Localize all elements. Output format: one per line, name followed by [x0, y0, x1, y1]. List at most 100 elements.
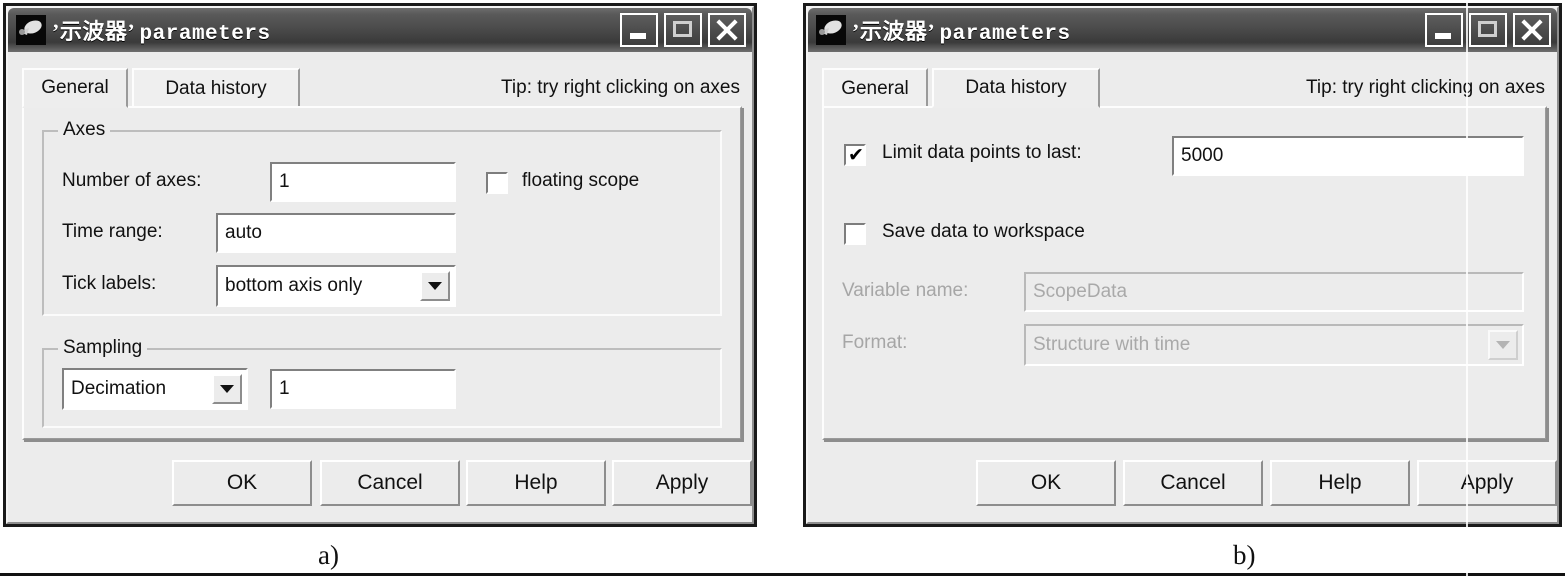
- sampling-mode-dropdown[interactable]: Decimation: [62, 368, 248, 410]
- tab-general-label: General: [841, 78, 909, 99]
- window-a-titlebar-buttons: [620, 13, 746, 47]
- variable-name-value: ScopeData: [1033, 281, 1128, 302]
- tip-text: Tip: try right clicking on axes: [1306, 77, 1545, 98]
- apply-button[interactable]: Apply: [612, 460, 752, 506]
- maximize-button[interactable]: [664, 13, 702, 47]
- check-icon: ✔: [848, 144, 864, 166]
- tab-general[interactable]: General: [822, 68, 928, 108]
- ok-button[interactable]: OK: [976, 460, 1116, 506]
- sampling-mode-dropdown-button[interactable]: [212, 374, 242, 404]
- window-b-title: ’示波器’ parameters: [852, 14, 1425, 46]
- maximize-icon: [1478, 21, 1497, 37]
- chevron-down-icon: [428, 282, 442, 290]
- time-range-value: auto: [225, 222, 262, 243]
- time-range-label: Time range:: [62, 221, 163, 242]
- floating-scope-checkbox[interactable]: [486, 172, 508, 194]
- window-a-client: General Data history Tip: try right clic…: [8, 52, 752, 522]
- window-b-title-quoted: ’示波器’: [852, 19, 935, 44]
- window-b-titlebar-buttons: [1425, 13, 1551, 47]
- window-a-button-row: OK Cancel Help Apply: [8, 460, 752, 508]
- chevron-down-icon: [1496, 341, 1510, 349]
- format-dropdown-button[interactable]: [1488, 330, 1518, 360]
- close-button[interactable]: [708, 13, 746, 47]
- cancel-button-label: Cancel: [1160, 471, 1226, 494]
- save-data-to-workspace-label: Save data to workspace: [882, 221, 1085, 242]
- apply-button-label: Apply: [1460, 471, 1514, 494]
- save-data-to-workspace-checkbox[interactable]: [844, 223, 866, 245]
- limit-data-points-input[interactable]: 5000: [1172, 136, 1524, 176]
- window-a-title-quoted: ’示波器’: [52, 19, 135, 44]
- number-of-axes-input[interactable]: 1: [270, 162, 456, 202]
- scope-parameters-window-b: ’示波器’ parameters General Data history Ti…: [803, 3, 1562, 527]
- apply-button-label: Apply: [655, 471, 709, 494]
- axes-group: Axes Number of axes: 1 floating scope Ti…: [42, 119, 722, 316]
- tick-labels-dropdown[interactable]: bottom axis only: [216, 265, 456, 307]
- tab-general-label: General: [41, 77, 109, 98]
- window-b-tab-panel: ✔ Limit data points to last: 5000 Save d…: [822, 106, 1549, 442]
- caption-b: b): [1233, 540, 1256, 570]
- panel-shadow-right: [741, 108, 744, 442]
- tip-text: Tip: try right clicking on axes: [501, 77, 740, 98]
- format-value: Structure with time: [1033, 334, 1191, 355]
- limit-data-points-checkbox[interactable]: ✔: [844, 144, 866, 166]
- help-button-label: Help: [1318, 471, 1362, 494]
- tab-data-history-label: Data history: [165, 78, 267, 99]
- window-b-button-row: OK Cancel Help Apply: [808, 460, 1557, 508]
- limit-data-points-label: Limit data points to last:: [882, 142, 1082, 163]
- ok-button-label: OK: [1030, 471, 1062, 494]
- cancel-button[interactable]: Cancel: [1123, 460, 1263, 506]
- tick-labels-value: bottom axis only: [225, 275, 363, 296]
- format-dropdown[interactable]: Structure with time: [1024, 324, 1524, 366]
- variable-name-label: Variable name:: [842, 280, 969, 301]
- maximize-button[interactable]: [1469, 13, 1507, 47]
- time-range-input[interactable]: auto: [216, 213, 456, 253]
- number-of-axes-value: 1: [279, 171, 290, 192]
- minimize-button[interactable]: [620, 13, 658, 47]
- tab-data-history[interactable]: Data history: [932, 68, 1100, 108]
- number-of-axes-label: Number of axes:: [62, 170, 202, 191]
- ok-button[interactable]: OK: [172, 460, 312, 506]
- variable-name-input[interactable]: ScopeData: [1024, 272, 1524, 312]
- minimize-button[interactable]: [1425, 13, 1463, 47]
- format-label: Format:: [842, 332, 908, 353]
- window-a-title: ’示波器’ parameters: [52, 14, 620, 46]
- help-button-label: Help: [514, 471, 558, 494]
- help-button[interactable]: Help: [1270, 460, 1410, 506]
- tab-data-history-label: Data history: [965, 77, 1067, 98]
- axes-group-title: Axes: [58, 119, 111, 141]
- window-b-titlebar[interactable]: ’示波器’ parameters: [808, 8, 1557, 52]
- sampling-value: 1: [279, 378, 290, 399]
- window-a-titlebar[interactable]: ’示波器’ parameters: [8, 8, 752, 52]
- sampling-group: Sampling Decimation 1: [42, 337, 722, 428]
- scope-icon: [16, 15, 46, 45]
- cancel-button-label: Cancel: [357, 471, 423, 494]
- scope-icon: [816, 15, 846, 45]
- panel-shadow-right: [1546, 108, 1549, 442]
- sampling-mode-value: Decimation: [71, 378, 167, 399]
- minimize-icon: [630, 33, 646, 39]
- help-button[interactable]: Help: [466, 460, 606, 506]
- window-b-title-suffix: parameters: [939, 23, 1071, 46]
- panel-shadow-bottom: [24, 439, 742, 442]
- chevron-down-icon: [220, 385, 234, 393]
- tick-labels-dropdown-button[interactable]: [420, 271, 450, 301]
- sampling-group-title: Sampling: [58, 337, 148, 359]
- apply-button[interactable]: Apply: [1417, 460, 1557, 506]
- minimize-icon: [1435, 33, 1451, 39]
- ok-button-label: OK: [226, 471, 258, 494]
- window-a-tab-panel: Axes Number of axes: 1 floating scope Ti…: [22, 106, 744, 442]
- scope-parameters-window-a: ’示波器’ parameters General Data history Ti…: [3, 3, 757, 527]
- tab-general[interactable]: General: [22, 68, 128, 108]
- window-a-tabstrip: General Data history Tip: try right clic…: [22, 68, 742, 108]
- panel-shadow-bottom: [824, 439, 1547, 442]
- caption-a: a): [318, 540, 339, 570]
- window-b-client: General Data history Tip: try right clic…: [808, 52, 1557, 522]
- maximize-icon: [673, 21, 692, 37]
- close-button[interactable]: [1513, 13, 1551, 47]
- tab-data-history[interactable]: Data history: [132, 68, 300, 108]
- limit-data-points-value: 5000: [1181, 145, 1224, 166]
- cancel-button[interactable]: Cancel: [320, 460, 460, 506]
- window-b-tabstrip: General Data history Tip: try right clic…: [822, 68, 1547, 108]
- sampling-value-input[interactable]: 1: [270, 369, 456, 409]
- tick-labels-label: Tick labels:: [62, 273, 157, 294]
